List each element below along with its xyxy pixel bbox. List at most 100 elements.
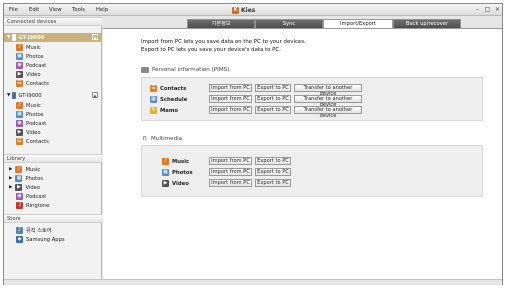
podcast-icon: ◉ (16, 62, 23, 69)
music-import-button[interactable]: Import from PC (209, 157, 252, 165)
expand-icon[interactable]: ▼ (7, 35, 10, 40)
schedule-import-button[interactable]: Import from PC (209, 95, 252, 103)
row-label: Schedule (160, 96, 188, 103)
contacts-icon: ☰ (16, 138, 23, 145)
main-content: Import from PC lets you save data on the… (103, 28, 502, 279)
menu-file[interactable]: File (9, 7, 18, 13)
sidebar-item-video[interactable]: ▶ Video (16, 70, 41, 79)
photos-import-button[interactable]: Import from PC (209, 168, 252, 176)
sidebar-item-podcast[interactable]: ◉ Podcast (16, 61, 46, 70)
title-menu-bar: File Edit View Tools Help K Kies – □ × (4, 4, 502, 16)
sidebar-item-music[interactable]: ♪ Music (16, 101, 41, 110)
photos-icon: ▣ (162, 169, 169, 176)
contacts-import-button[interactable]: Import from PC (209, 84, 252, 92)
device-row-2[interactable]: ▼ GT-I9000 ▲ (4, 91, 102, 100)
device-row-1[interactable]: ▼ GT-I9000 ▲ (4, 33, 102, 42)
video-export-button[interactable]: Export to PC (255, 179, 291, 187)
sidebar-item-podcast[interactable]: ◉ Podcast (16, 119, 46, 128)
sidebar-item-photos[interactable]: ▣ Photos (16, 52, 44, 61)
menu-help[interactable]: Help (96, 7, 108, 13)
row-label: Music (172, 158, 190, 165)
device-name: GT-I9000 (18, 92, 42, 99)
sidebar-item-photos[interactable]: ▣ Photos (16, 110, 44, 119)
expand-icon[interactable]: ▶ (9, 185, 12, 190)
schedule-transfer-button[interactable]: Transfer to another device (294, 95, 362, 108)
phone-icon (12, 92, 17, 99)
memo-icon: ✎ (150, 107, 157, 114)
photos-icon: ▣ (16, 53, 23, 60)
row-label: Video (172, 180, 189, 187)
menu-tools[interactable]: Tools (72, 7, 85, 13)
menu-view[interactable]: View (49, 7, 62, 13)
eject-icon[interactable]: ▲ (92, 34, 98, 40)
music-icon: ♪ (162, 158, 169, 165)
sidebar-item-video[interactable]: ▶ Video (16, 128, 41, 137)
intro-export-text: Export to PC lets you save your device's… (141, 47, 281, 53)
pims-panel: ☰ Contacts Import from PC Export to PC T… (141, 77, 483, 121)
multimedia-row-video: ▶ Video (162, 180, 189, 187)
library-item-video[interactable]: ▶ ▶ Video (9, 183, 40, 192)
kies-window: File Edit View Tools Help K Kies – □ × C… (3, 3, 503, 285)
row-label: Memo (160, 107, 179, 114)
minimize-button[interactable]: – (474, 6, 481, 13)
podcast-icon: ◉ (16, 120, 23, 127)
multimedia-row-photos: ▣ Photos (162, 169, 193, 176)
app-title-text: Kies (241, 6, 256, 14)
memo-transfer-button[interactable]: Transfer to another device (294, 106, 362, 119)
expand-icon[interactable]: ▼ (7, 93, 10, 98)
expand-icon[interactable]: ▶ (9, 167, 12, 172)
contacts-export-button[interactable]: Export to PC (255, 84, 291, 92)
close-button[interactable]: × (494, 6, 501, 13)
contacts-transfer-button[interactable]: Transfer to another device (294, 84, 362, 97)
multimedia-title-text: Multimedia (151, 135, 183, 142)
library-item-label: Video (25, 184, 41, 191)
memo-import-button[interactable]: Import from PC (209, 106, 252, 114)
menu-edit[interactable]: Edit (29, 7, 39, 13)
maximize-button[interactable]: □ (484, 6, 491, 13)
photos-icon: ▣ (15, 175, 23, 182)
sidebar-item-label: Music (26, 44, 41, 51)
library-item-ringtone[interactable]: ♫ Ringtone (16, 201, 49, 210)
store-item-samsung-apps[interactable]: ◆ Samsung Apps (16, 235, 65, 244)
multimedia-row-music: ♪ Music (162, 158, 189, 165)
schedule-export-button[interactable]: Export to PC (255, 95, 291, 103)
photos-export-button[interactable]: Export to PC (255, 168, 291, 176)
intro-import-text: Import from PC lets you save data on the… (141, 39, 306, 45)
sidebar-item-music[interactable]: ♪ Music (16, 43, 41, 52)
tab-sync[interactable]: Sync (255, 19, 323, 28)
music-export-button[interactable]: Export to PC (255, 157, 291, 165)
store-header: Store (4, 214, 102, 223)
phone-icon (12, 34, 17, 41)
multimedia-panel: ♪ Music Import from PC Export to PC ▣ Ph… (141, 145, 483, 197)
expand-icon[interactable]: ▶ (9, 176, 12, 181)
video-icon: ▶ (15, 184, 23, 191)
video-import-button[interactable]: Import from PC (209, 179, 252, 187)
pims-row-contacts: ☰ Contacts (150, 85, 186, 92)
store-item-label: 뮤직 스토어 (26, 228, 52, 234)
library-item-podcast[interactable]: ◉ Podcast (16, 192, 46, 201)
library-item-label: Ringtone (26, 202, 50, 209)
library-item-label: Music (25, 166, 41, 173)
memo-export-button[interactable]: Export to PC (255, 106, 291, 114)
connected-devices-header: Connected devices (4, 17, 102, 26)
library-item-music[interactable]: ▶ ♪ Music (9, 165, 40, 174)
tab-import-export[interactable]: Import/Export (323, 19, 393, 28)
library-item-photos[interactable]: ▶ ▣ Photos (9, 174, 43, 183)
row-label: Photos (172, 169, 193, 176)
store-item-music-store[interactable]: ♪ 뮤직 스토어 (16, 226, 52, 235)
library-item-label: Photos (25, 175, 43, 182)
pims-section-title: Personal information (PIMS) (141, 67, 229, 73)
headphones-icon: ∩ (141, 134, 148, 142)
tab-basic-info[interactable]: 기본정보 (187, 19, 255, 28)
contacts-icon: ☰ (16, 80, 23, 87)
tab-backup-recover[interactable]: Back up/recover (393, 19, 461, 28)
video-icon: ▶ (162, 180, 169, 187)
sidebar-item-contacts[interactable]: ☰ Contacts (16, 137, 49, 146)
library-header: Library (4, 154, 102, 163)
sidebar-item-contacts[interactable]: ☰ Contacts (16, 79, 49, 88)
row-label: Contacts (160, 85, 187, 92)
eject-icon[interactable]: ▲ (92, 92, 98, 98)
contacts-icon: ☰ (150, 85, 157, 92)
sidebar: Connected devices ▼ GT-I9000 ▲ ♪ Music ▣… (4, 17, 102, 279)
music-icon: ♪ (16, 44, 23, 51)
